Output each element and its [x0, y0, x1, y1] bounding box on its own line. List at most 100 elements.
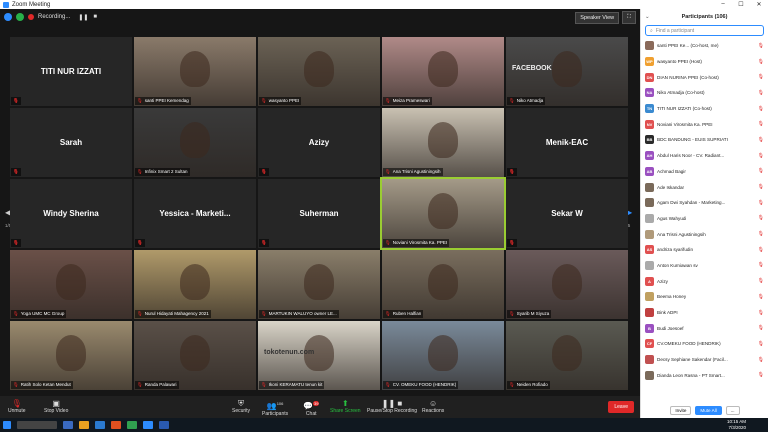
stop-video-button[interactable]: ▣ Stop Video [44, 399, 68, 414]
muted-mic-icon[interactable]: 🎙 [758, 121, 764, 127]
video-tile[interactable]: 🎙 Noviani Virosmita Ka. PPEI [380, 177, 506, 250]
video-tile[interactable]: 🎙 Neiden Rofiado [506, 321, 628, 390]
muted-mic-icon[interactable]: 🎙 [758, 262, 764, 268]
muted-mic-icon[interactable]: 🎙 [758, 231, 764, 237]
video-tile[interactable]: 🎙 Infinix Smart 2 Sultan [134, 108, 256, 177]
video-tile[interactable]: 🎙 Ruben Halfian [382, 250, 504, 319]
video-tile[interactable]: TITI NUR IZZATI 🎙 [10, 37, 132, 106]
participant-row[interactable]: Bink ADPI 🎙 [641, 305, 768, 321]
muted-mic-icon[interactable]: 🎙 [758, 325, 764, 331]
minimize-button[interactable]: – [714, 1, 732, 8]
invite-button[interactable]: Invite [670, 405, 692, 415]
video-tile[interactable]: Yessica - Marketi... 🎙 [134, 179, 256, 248]
chrome-icon[interactable] [127, 421, 137, 429]
share-screen-button[interactable]: ⬆ Share Screen [330, 399, 361, 414]
participant-row[interactable]: Anton Kurniawan sv 🎙 [641, 258, 768, 274]
video-tile[interactable]: 🎙 wasyanto PPEI [258, 37, 380, 106]
firefox-icon[interactable] [111, 421, 121, 429]
edge-icon[interactable] [63, 421, 73, 429]
muted-mic-icon[interactable]: 🎙 [758, 372, 764, 378]
video-tile[interactable]: Azizy 🎙 [258, 108, 380, 177]
info-icon[interactable] [4, 13, 12, 21]
video-tile[interactable]: Windy Sherina 🎙 [10, 179, 132, 248]
video-tile[interactable]: 🎙 Syarib M Siyuza [506, 250, 628, 319]
muted-mic-icon[interactable]: 🎙 [758, 43, 764, 49]
muted-mic-icon[interactable]: 🎙 [758, 168, 764, 174]
muted-mic-icon[interactable]: 🎙 [758, 153, 764, 159]
zoom-taskbar-icon[interactable] [143, 421, 153, 429]
video-tile[interactable]: 🎙 Randa Palawari [134, 321, 256, 390]
video-tile[interactable]: 🎙 Meiza Prameswari [382, 37, 504, 106]
shield-icon[interactable] [16, 13, 24, 21]
record-button[interactable]: ❚❚ ■ Pause/Stop Recording [367, 399, 417, 414]
participant-row[interactable]: WP wasyanto PPEI (Host) 🎙 [641, 54, 768, 70]
taskbar-search-icon[interactable] [17, 421, 57, 429]
participant-search-input[interactable]: ⌕ Find a participant [645, 25, 764, 36]
participant-row[interactable]: TN TITI NUR IZZATI (Co-host) 🎙 [641, 101, 768, 117]
mail-icon[interactable] [95, 421, 105, 429]
speaker-view-button[interactable]: Speaker View [575, 11, 620, 24]
participant-row[interactable]: NV Noviani Virosmita Ka. PPEI 🎙 [641, 116, 768, 132]
participant-row[interactable]: Ade Iskandar 🎙 [641, 179, 768, 195]
video-tile[interactable]: Menik-EAC 🎙 [506, 108, 628, 177]
muted-mic-icon[interactable]: 🎙 [758, 59, 764, 65]
muted-mic-icon[interactable]: 🎙 [758, 90, 764, 96]
close-window-button[interactable]: ✕ [750, 1, 768, 8]
participant-row[interactable]: A Azizy 🎙 [641, 273, 768, 289]
participant-row[interactable]: Dianda Leon Rasna - PT Smart... 🎙 [641, 367, 768, 383]
muted-mic-icon[interactable]: 🎙 [758, 310, 764, 316]
participant-row[interactable]: Ana Trisni Agustiningsih 🎙 [641, 226, 768, 242]
chat-button[interactable]: 💬39 Chat [303, 399, 320, 417]
participant-row[interactable]: BB BDC BANDUNG - EUIS SUPRIATI 🎙 [641, 132, 768, 148]
video-tile[interactable]: Suherman 🎙 [258, 179, 380, 248]
video-tile[interactable]: 🎙 Yoga UMC MC Group [10, 250, 132, 319]
video-tile[interactable]: 🎙 santi PPEI Kemendag [134, 37, 256, 106]
participant-row[interactable]: B Budi Joesoef 🎙 [641, 320, 768, 336]
more-options-button[interactable]: ... [725, 405, 740, 415]
participant-row[interactable]: Agam Dwi Syahdan - Marketing... 🎙 [641, 195, 768, 211]
participant-row[interactable]: Beema Honey 🎙 [641, 289, 768, 305]
muted-mic-icon[interactable]: 🎙 [758, 74, 764, 80]
word-icon[interactable] [159, 421, 169, 429]
participant-row[interactable]: NA Niko Atmadja (Co-host) 🎙 [641, 85, 768, 101]
participant-row[interactable]: Decsy Sephiane Sakendar (Facil... 🎙 [641, 352, 768, 368]
muted-mic-icon[interactable]: 🎙 [758, 200, 764, 206]
muted-mic-icon[interactable]: 🎙 [758, 137, 764, 143]
video-tile[interactable]: 🎙 Nurul Hidayati Mahagency 2021 [134, 250, 256, 319]
start-icon[interactable] [3, 421, 11, 429]
muted-mic-icon[interactable]: 🎙 [758, 294, 764, 300]
collapse-chevron-icon[interactable]: ⌄ [645, 14, 650, 20]
video-tile[interactable]: tokotenun.com 🎙 Ikoni KERAMATU tenun kit [258, 321, 380, 390]
reactions-button[interactable]: ☺ Reactions [422, 399, 444, 414]
muted-mic-icon[interactable]: 🎙 [758, 278, 764, 284]
muted-mic-icon[interactable]: 🎙 [758, 215, 764, 221]
muted-mic-icon[interactable]: 🎙 [758, 247, 764, 253]
video-tile[interactable]: Sarah 🎙 [10, 108, 132, 177]
participant-row[interactable]: DN DIAN NURINA PPEI (Co-host) 🎙 [641, 69, 768, 85]
video-tile[interactable]: 🎙 MARTUKIN WALUYO owner LE... [258, 250, 380, 319]
participants-button[interactable]: 👥106 Participants [262, 399, 288, 417]
maximize-button[interactable]: ☐ [732, 1, 750, 8]
folder-icon[interactable] [79, 421, 89, 429]
participant-row[interactable]: santi PPEI Ke... (Co-host, me) 🎙 [641, 38, 768, 54]
participant-row[interactable]: AS andriza syarifudin 🎙 [641, 242, 768, 258]
participant-row[interactable]: CF CV.OMEKU FOOD (HENDRIK) 🎙 [641, 336, 768, 352]
video-tile[interactable]: FACEBOOK 🎙 Niko Atmadja [506, 37, 628, 106]
muted-mic-icon[interactable]: 🎙 [758, 341, 764, 347]
security-button[interactable]: ⛨ Security [232, 399, 250, 414]
mute-all-button[interactable]: Mute All [695, 405, 722, 415]
fullscreen-button[interactable]: ⛶ [622, 11, 636, 24]
muted-mic-icon[interactable]: 🎙 [758, 357, 764, 363]
muted-mic-icon[interactable]: 🎙 [758, 106, 764, 112]
pause-recording-icon[interactable]: ❚❚ [78, 14, 88, 21]
video-tile[interactable]: 🎙 CV. OMEKU FOOD (HENDRIK) [382, 321, 504, 390]
stop-recording-icon[interactable]: ■ [93, 14, 97, 20]
participant-row[interactable]: Agus Wahyudi 🎙 [641, 211, 768, 227]
muted-mic-icon[interactable]: 🎙 [758, 184, 764, 190]
video-tile[interactable]: 🎙 Ratih Solo Ketan Mendut [10, 321, 132, 390]
video-tile[interactable]: 🎙 Ana Trisni Agustiningsih [382, 108, 504, 177]
participant-row[interactable]: AH Abdul Haris Noor - CV. Radiant... 🎙 [641, 148, 768, 164]
video-tile[interactable]: Sekar W 🎙 [506, 179, 628, 248]
participant-row[interactable]: AB Achmad Bagir 🎙 [641, 164, 768, 180]
leave-button[interactable]: Leave [608, 401, 634, 413]
